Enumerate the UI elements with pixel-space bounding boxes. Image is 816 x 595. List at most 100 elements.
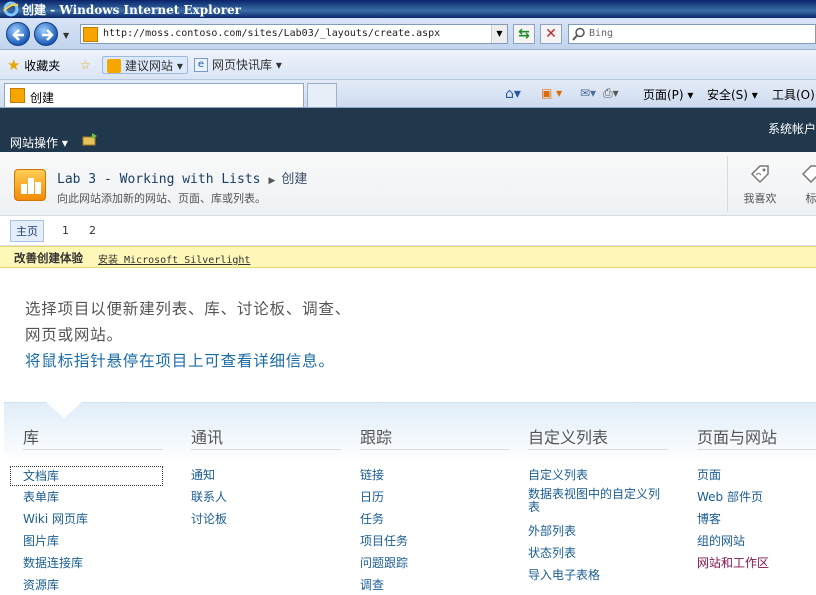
create-item-document-library[interactable]: 文档库 — [10, 466, 163, 486]
refresh-button[interactable]: ⇆ — [513, 24, 535, 44]
search-placeholder: Bing — [589, 28, 614, 39]
create-item-data-connection-library[interactable]: 数据连接库 — [23, 554, 163, 576]
navigate-up-icon[interactable] — [82, 132, 98, 146]
bing-suggest-icon — [107, 59, 121, 73]
tab-favicon-icon — [10, 88, 25, 103]
create-item-external-list[interactable]: 外部列表 — [528, 522, 668, 544]
print-icon[interactable]: ⎙▾ — [603, 86, 619, 101]
create-item-contacts[interactable]: 联系人 — [191, 488, 341, 510]
address-bar[interactable]: http://moss.contoso.com/sites/Lab03/_lay… — [80, 24, 508, 44]
refresh-icon: ⇆ — [518, 26, 530, 42]
tab-bar: 创建 — [0, 80, 816, 108]
tags-notes-label: 标 — [805, 192, 816, 205]
tags-notes-button[interactable]: 标 — [796, 156, 816, 206]
create-item-custom-list[interactable]: 自定义列表 — [528, 466, 668, 488]
tag-icon — [801, 165, 816, 184]
category-heading: 页面与网站 — [697, 424, 816, 450]
forward-button[interactable] — [34, 22, 58, 46]
tab-home[interactable]: 主页 — [10, 220, 44, 242]
suggested-sites-label: 建议网站 — [125, 59, 174, 73]
web-slice-icon: e — [194, 58, 208, 72]
site-actions-label: 网站操作 — [10, 136, 59, 150]
search-icon — [572, 27, 585, 41]
tab-2[interactable]: 2 — [84, 220, 101, 242]
window-title: 创建 - Windows Internet Explorer — [22, 3, 241, 17]
create-item-web-part-page[interactable]: Web 部件页 — [697, 488, 816, 510]
create-item-wiki-library[interactable]: Wiki 网页库 — [23, 510, 163, 532]
create-item-issue-tracking[interactable]: 问题跟踪 — [360, 554, 510, 576]
address-toolbar: ▼ http://moss.contoso.com/sites/Lab03/_l… — [0, 18, 816, 50]
panel-notch — [46, 402, 82, 418]
favorites-label: 收藏夹 — [24, 59, 61, 73]
new-tab-button[interactable] — [307, 83, 337, 107]
install-silverlight-link[interactable]: 安装 Microsoft Silverlight — [98, 251, 250, 266]
search-box[interactable]: Bing — [568, 24, 816, 44]
site-actions-menu[interactable]: 网站操作 ▾ — [10, 134, 68, 151]
category-heading: 库 — [23, 424, 163, 450]
create-item-announcements[interactable]: 通知 — [191, 466, 341, 488]
category-heading: 通讯 — [191, 424, 341, 450]
favorites-button[interactable]: ★ 收藏夹 — [7, 56, 60, 74]
create-item-discussion-board[interactable]: 讨论板 — [191, 510, 341, 532]
feeds-icon[interactable]: ▣ ▾ — [541, 86, 562, 100]
create-item-project-tasks[interactable]: 项目任务 — [360, 532, 510, 554]
page-description: 向此网站添加新的网站、页面、库或列表。 — [57, 192, 266, 205]
create-item-survey[interactable]: 调查 — [360, 576, 510, 595]
address-url[interactable]: http://moss.contoso.com/sites/Lab03/_lay… — [103, 28, 440, 39]
create-item-picture-library[interactable]: 图片库 — [23, 532, 163, 554]
breadcrumb-site-link[interactable]: Lab 3 - Working with Lists — [57, 172, 261, 187]
intro-hint: 将鼠标指针悬停在项目上可查看详细信息。 — [25, 352, 335, 370]
tools-menu-label: 工具(O) — [772, 88, 815, 102]
i-like-it-button[interactable]: 我喜欢 — [740, 156, 780, 206]
web-slice-gallery-button[interactable]: e 网页快讯库 ▾ — [194, 56, 282, 74]
page-title-area: Lab 3 - Working with Lists ▶ 创建 向此网站添加新的网站… — [0, 152, 816, 216]
page-menu-label: 页面(P) — [643, 88, 684, 102]
back-arrow-icon — [12, 29, 24, 41]
create-item-blog[interactable]: 博客 — [697, 510, 816, 532]
intro-text: 选择项目以便新建列表、库、讨论板、调查、 网页或网站。 将鼠标指针悬停在项目上可… — [25, 296, 351, 374]
category-heading: 自定义列表 — [528, 424, 668, 450]
address-dropdown-icon[interactable]: ▼ — [491, 25, 507, 43]
create-item-asset-library[interactable]: 资源库 — [23, 576, 163, 595]
mail-icon[interactable]: ✉▾ — [580, 86, 596, 100]
create-item-group-work-site[interactable]: 组的网站 — [697, 532, 816, 554]
create-item-custom-list-datasheet[interactable]: 数据表视图中的自定义列表 — [528, 488, 668, 522]
back-button[interactable] — [6, 22, 30, 46]
page-menu[interactable]: 页面(P) ▾ — [643, 86, 693, 103]
user-account-menu[interactable]: 系统帐户 — [768, 120, 816, 137]
create-item-form-library[interactable]: 表单库 — [23, 488, 163, 510]
create-item-calendar[interactable]: 日历 — [360, 488, 510, 510]
tab-label: 创建 — [30, 91, 55, 105]
create-item-sites-and-workspaces[interactable]: 网站和工作区 — [697, 554, 816, 576]
create-item-import-spreadsheet[interactable]: 导入电子表格 — [528, 566, 668, 588]
window-title-bar: 创建 - Windows Internet Explorer — [0, 0, 816, 18]
category-libraries: 库 文档库 表单库 Wiki 网页库 图片库 数据连接库 资源库 — [10, 424, 163, 595]
favorites-star-icon: ★ — [7, 56, 21, 74]
site-logo-icon — [14, 169, 46, 201]
breadcrumb: Lab 3 - Working with Lists ▶ 创建 — [57, 168, 307, 187]
category-communications: 通讯 通知 联系人 讨论板 — [191, 424, 341, 532]
suggested-sites-button[interactable]: 建议网站 ▾ — [102, 56, 188, 74]
tools-menu[interactable]: 工具(O) — [772, 86, 815, 103]
intro-line-1: 选择项目以便新建列表、库、讨论板、调查、 — [25, 300, 352, 318]
create-item-status-list[interactable]: 状态列表 — [528, 544, 668, 566]
silverlight-notice-label: 改善创建体验 — [14, 251, 83, 265]
category-pages-and-sites: 页面与网站 页面 Web 部件页 博客 组的网站 网站和工作区 — [697, 424, 816, 576]
forward-arrow-icon — [42, 29, 54, 41]
page-tabs: 主页 1 2 — [0, 216, 816, 246]
tab-create[interactable]: 创建 — [4, 83, 304, 107]
safety-menu-label: 安全(S) — [707, 88, 748, 102]
create-item-links[interactable]: 链接 — [360, 466, 510, 488]
tab-1[interactable]: 1 — [57, 220, 74, 242]
history-dropdown-icon[interactable]: ▼ — [63, 31, 69, 40]
add-favorite-icon[interactable]: ☆ — [80, 56, 91, 74]
breadcrumb-separator-icon: ▶ — [268, 176, 276, 186]
stop-button[interactable]: ✕ — [540, 24, 562, 44]
breadcrumb-current-page: 创建 — [281, 172, 308, 187]
home-icon[interactable]: ⌂▾ — [505, 86, 521, 102]
create-item-page[interactable]: 页面 — [697, 466, 816, 488]
silverlight-notice-bar: 改善创建体验 安装 Microsoft Silverlight — [0, 246, 816, 268]
safety-menu[interactable]: 安全(S) ▾ — [707, 86, 758, 103]
title-area-divider — [727, 156, 728, 212]
create-item-tasks[interactable]: 任务 — [360, 510, 510, 532]
